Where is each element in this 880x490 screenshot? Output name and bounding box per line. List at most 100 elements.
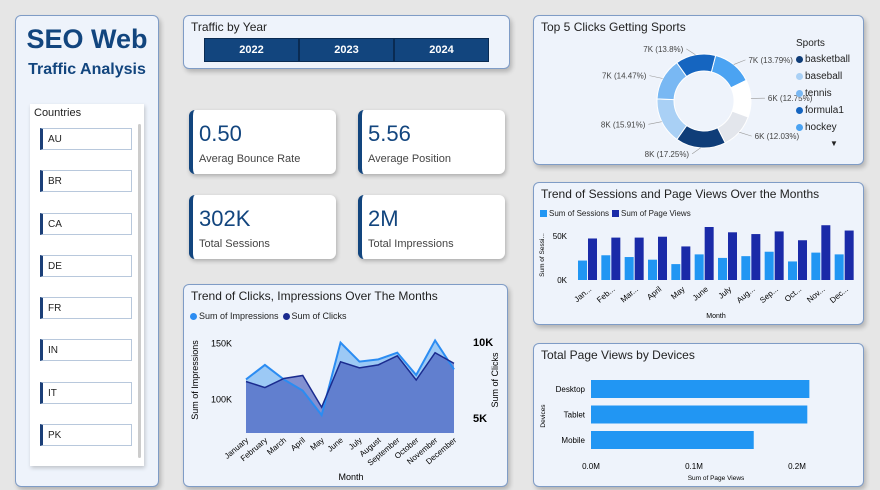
kpi-label: Average Position [368, 153, 451, 165]
legend-label: baseball [805, 71, 843, 82]
device-bar [591, 431, 754, 449]
x-tick-label: Feb... [595, 285, 616, 305]
sessions-bar [834, 254, 844, 280]
pageviews-bar [611, 237, 621, 280]
sessions-pageviews-chart: Jan... Feb... Mar... April May June July Aug...… [539, 225, 854, 320]
y-tick-label: 50K [553, 232, 568, 241]
x-tick-label: Aug... [735, 285, 757, 305]
x-tick-label: 0.2M [788, 462, 806, 471]
slicer-scrollbar[interactable] [138, 124, 141, 458]
countries-slicer-title: Countries [34, 107, 82, 119]
legend-item[interactable]: basketball [796, 54, 850, 65]
countries-list: AU BR CA DE FR IN IT PK [40, 128, 132, 466]
country-item[interactable]: AU [40, 128, 132, 150]
x-tick-label: June [691, 284, 710, 302]
sessions-bar [811, 252, 821, 280]
donut-leader [648, 121, 662, 125]
donut-leader [733, 59, 746, 65]
pageviews-bar [728, 232, 737, 280]
legend-item[interactable]: tennis [796, 88, 850, 99]
legend-item[interactable]: formula1 [796, 105, 850, 116]
x-tick-label: Sep... [758, 285, 780, 305]
clicks-impressions-chart-card: Trend of Clicks, Impressions Over The Mo… [183, 284, 508, 487]
pageviews-bar [658, 236, 667, 280]
donut-leader [649, 75, 663, 79]
legend-label: basketball [805, 54, 851, 65]
donut-leader [739, 131, 752, 137]
country-item[interactable]: DE [40, 254, 132, 277]
country-item[interactable]: BR [40, 170, 132, 193]
x-tick-label: April [645, 285, 663, 302]
year-button-2024[interactable]: 2024 [394, 38, 489, 62]
legend-item[interactable]: hockey [796, 122, 850, 133]
legend-label: formula1 [805, 105, 844, 116]
year-button-2023[interactable]: 2023 [299, 38, 394, 62]
donut-data-label: 7K (13.8%) [643, 45, 683, 54]
kpi-value: 302K [199, 206, 251, 231]
y-tick-label: Mobile [561, 436, 585, 445]
donut-data-label: 7K (14.47%) [602, 72, 647, 81]
sessions-bar [764, 251, 774, 280]
legend-title: Sports [796, 38, 825, 49]
x-axis-label: Sum of Page Views [688, 475, 745, 482]
donut-data-label: 8K (17.25%) [645, 150, 690, 159]
x-tick-label: 0.1M [685, 462, 703, 471]
year-filter-title: Traffic by Year [191, 20, 268, 34]
donut-data-label: 6K (12.03%) [755, 132, 800, 141]
pageviews-bar [681, 246, 691, 280]
pageviews-bar [821, 225, 831, 280]
devices-chart-card: Total Page Views by Devices Desktop Table… [533, 343, 864, 487]
pageviews-bar [774, 231, 784, 280]
x-tick-label: May [309, 436, 326, 453]
year-button-2022[interactable]: 2022 [204, 38, 299, 62]
sessions-bar [578, 260, 587, 280]
sessions-bar [671, 264, 681, 280]
country-item[interactable]: IT [40, 381, 132, 404]
pageviews-bar [798, 240, 807, 280]
country-item[interactable]: IN [40, 339, 132, 362]
x-tick-label: Oct... [783, 285, 803, 304]
pageviews-bar [634, 237, 644, 280]
y-tick-label: 100K [211, 395, 232, 405]
pageviews-bar [751, 234, 761, 280]
y-tick-label: 5K [473, 413, 487, 425]
legend-label: hockey [805, 122, 837, 133]
kpi-total-impressions: 2M Total Impressions [358, 195, 505, 259]
devices-chart: Desktop Tablet Mobile 0.0M 0.1M 0.2M Sum of Pa… [540, 380, 810, 482]
kpi-value: 0.50 [199, 121, 242, 146]
donut-leader [691, 147, 701, 155]
country-item[interactable]: FR [40, 297, 132, 320]
year-buttons: 2022 2023 2024 [204, 38, 489, 62]
y-axis-label: Devices [540, 404, 547, 428]
y-tick-label: 150K [211, 339, 232, 349]
sessions-bar [788, 261, 797, 280]
x-tick-label: May [669, 285, 686, 302]
y-axis-label-right: Sum of Clicks [490, 352, 500, 408]
y-tick-label: 10K [473, 337, 493, 349]
kpi-label: Total Impressions [368, 238, 454, 250]
donut-leader [686, 48, 696, 56]
kpi-average-position: 5.56 Average Position [358, 110, 505, 174]
sessions-bar [718, 257, 727, 280]
donut-data-label: 7K (13.79%) [748, 56, 793, 65]
pageviews-bar [588, 238, 597, 280]
x-tick-label: 0.0M [582, 462, 600, 471]
device-bar [591, 380, 810, 398]
x-tick-label: July [717, 285, 734, 301]
kpi-value: 2M [368, 206, 399, 231]
x-tick-label: June [326, 435, 345, 453]
country-item[interactable]: CA [40, 212, 132, 235]
pageviews-bar [844, 230, 854, 280]
sessions-bar [694, 254, 704, 280]
clicks-impressions-chart: 150K 100K 10K 5K Sum of Impressions Sum of Cl… [190, 337, 500, 482]
chevron-down-icon[interactable]: ▼ [818, 139, 850, 148]
device-bar [591, 405, 808, 424]
legend-label: tennis [805, 88, 832, 99]
top-sports-chart-card: Top 5 Clicks Getting Sports 7K (13.79%) 6… [533, 15, 864, 165]
legend-item[interactable]: baseball [796, 71, 850, 82]
app-title: SEO Web [26, 24, 148, 54]
country-item[interactable]: PK [40, 424, 132, 447]
pageviews-bar [704, 227, 714, 280]
sessions-bar [601, 255, 611, 280]
sessions-bar [741, 256, 751, 280]
